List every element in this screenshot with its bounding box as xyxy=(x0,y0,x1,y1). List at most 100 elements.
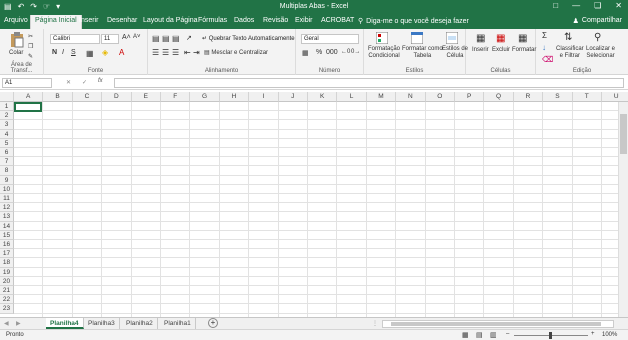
insert-function-icon[interactable]: fx xyxy=(98,78,103,84)
currency-icon[interactable]: ▦ xyxy=(302,49,309,57)
add-sheet-button[interactable]: + xyxy=(208,318,218,328)
row-header-3[interactable]: 3 xyxy=(0,120,14,130)
column-header-o[interactable]: O xyxy=(425,92,455,102)
copy-icon[interactable]: ❐ xyxy=(28,43,33,50)
increase-font-icon[interactable]: A˄ xyxy=(122,34,131,41)
zoom-slider[interactable] xyxy=(514,332,588,339)
format-table-button[interactable]: Formatar como Tabela xyxy=(402,46,443,60)
delete-cells-button[interactable]: Excluir xyxy=(492,47,510,53)
row-header-1[interactable]: 1 xyxy=(0,102,14,112)
column-header-q[interactable]: Q xyxy=(484,92,514,102)
cancel-icon[interactable]: ✕ xyxy=(66,79,71,86)
zoom-level[interactable]: 100% xyxy=(602,332,617,338)
row-header-8[interactable]: 8 xyxy=(0,166,14,176)
row-header-13[interactable]: 13 xyxy=(0,212,14,222)
normal-view-icon[interactable]: ▦ xyxy=(462,331,469,339)
row-header-7[interactable]: 7 xyxy=(0,157,14,167)
merge-center-button[interactable]: ▤ Mesclar e Centralizar xyxy=(204,49,268,56)
tab-pagina-inicial[interactable]: Página Inicial xyxy=(30,15,82,29)
percent-icon[interactable]: % xyxy=(316,49,322,56)
column-header-l[interactable]: L xyxy=(337,92,367,102)
column-header-t[interactable]: T xyxy=(572,92,602,102)
tab-exibir[interactable]: Exibir xyxy=(295,17,313,24)
column-header-d[interactable]: D xyxy=(102,92,132,102)
minimize-button[interactable]: — xyxy=(572,1,580,10)
sheet-tab-planilha2[interactable]: Planilha2 xyxy=(122,318,158,329)
font-color-icon[interactable]: A xyxy=(119,48,124,57)
tab-formulas[interactable]: Fórmulas xyxy=(198,17,227,24)
column-header-h[interactable]: H xyxy=(219,92,250,102)
increase-decimal-icon[interactable]: ←0 xyxy=(341,49,350,55)
conditional-format-button[interactable]: Formatação Condicional xyxy=(368,46,400,60)
align-top-icon[interactable]: ▤ xyxy=(152,34,160,43)
indent-increase-icon[interactable]: ⇥ xyxy=(193,48,200,57)
column-header-j[interactable]: J xyxy=(278,92,308,102)
row-header-5[interactable]: 5 xyxy=(0,138,14,148)
orientation-icon[interactable]: ↗ xyxy=(186,34,192,42)
row-header-15[interactable]: 15 xyxy=(0,230,14,240)
insert-cells-button[interactable]: Inserir xyxy=(472,47,489,53)
row-header-22[interactable]: 22 xyxy=(0,295,14,305)
worksheet-grid[interactable]: ABCDEFGHIJKLMNOPQRSTU 1 2 3 4 5 6 7 8 9 10 11 12 13 1… xyxy=(0,92,628,317)
column-header-g[interactable]: G xyxy=(190,92,220,102)
page-break-view-icon[interactable]: ▥ xyxy=(490,331,497,339)
row-header-9[interactable]: 9 xyxy=(0,175,14,185)
column-header-p[interactable]: P xyxy=(455,92,485,102)
align-right-icon[interactable]: ☰ xyxy=(172,48,179,57)
active-cell[interactable] xyxy=(14,102,42,112)
column-header-r[interactable]: R xyxy=(513,92,544,102)
align-middle-icon[interactable]: ▤ xyxy=(162,34,170,43)
autosum-icon[interactable]: Σ xyxy=(542,31,547,40)
borders-icon[interactable]: ▦ xyxy=(86,49,94,58)
decrease-font-icon[interactable]: A˅ xyxy=(133,34,141,40)
font-name-select[interactable]: Calibri xyxy=(50,34,100,44)
vertical-scrollbar[interactable] xyxy=(618,102,628,317)
sheet-tab-planilha1[interactable]: Planilha1 xyxy=(160,318,196,329)
tab-desenhar[interactable]: Desenhar xyxy=(107,17,137,24)
column-header-i[interactable]: I xyxy=(249,92,279,102)
row-header-17[interactable]: 17 xyxy=(0,249,14,259)
tab-acrobat[interactable]: ACROBAT xyxy=(321,17,354,24)
italic-button[interactable]: I xyxy=(62,49,64,56)
column-header-b[interactable]: B xyxy=(43,92,73,102)
sheet-tab-planilha3[interactable]: Planilha3 xyxy=(84,318,120,329)
column-header-m[interactable]: M xyxy=(366,92,397,102)
zoom-slider-handle[interactable] xyxy=(549,332,552,339)
tell-me-search[interactable]: ⚲ Diga-me o que você deseja fazer xyxy=(358,17,469,26)
font-size-select[interactable]: 11 xyxy=(101,34,119,44)
underline-button[interactable]: S xyxy=(71,49,76,56)
row-header-18[interactable]: 18 xyxy=(0,258,14,268)
row-header-14[interactable]: 14 xyxy=(0,221,14,231)
sort-filter-button[interactable]: Classificar e Filtrar xyxy=(556,46,584,60)
column-header-s[interactable]: S xyxy=(543,92,573,102)
row-header-11[interactable]: 11 xyxy=(0,194,14,204)
tab-dados[interactable]: Dados xyxy=(234,17,254,24)
column-header-e[interactable]: E xyxy=(131,92,161,102)
horizontal-scroll-thumb[interactable] xyxy=(391,322,601,326)
cut-icon[interactable]: ✂ xyxy=(28,33,33,40)
share-button[interactable]: ♟ Compartilhar xyxy=(573,17,622,25)
indent-decrease-icon[interactable]: ⇤ xyxy=(184,48,191,57)
column-header-c[interactable]: C xyxy=(72,92,103,102)
paste-button[interactable]: Colar xyxy=(9,50,23,56)
column-header-a[interactable]: A xyxy=(14,92,44,102)
zoom-in-icon[interactable]: + xyxy=(591,331,595,337)
row-header-4[interactable]: 4 xyxy=(0,129,14,139)
fill-color-icon[interactable]: ◈ xyxy=(102,48,108,57)
scroll-left-icon[interactable]: ◀ xyxy=(4,320,9,327)
tab-inserir[interactable]: Inserir xyxy=(79,17,98,24)
clear-icon[interactable]: ⌫ xyxy=(542,55,553,64)
align-bottom-icon[interactable]: ▤ xyxy=(172,34,180,43)
tab-split-icon[interactable]: ⋮ xyxy=(372,320,378,327)
row-header-16[interactable]: 16 xyxy=(0,240,14,250)
column-header-f[interactable]: F xyxy=(161,92,191,102)
row-header-23[interactable]: 23 xyxy=(0,304,14,314)
find-select-button[interactable]: Localizar e Selecionar xyxy=(586,46,615,60)
align-left-icon[interactable]: ☰ xyxy=(152,48,159,57)
formula-input[interactable] xyxy=(114,78,624,88)
row-header-6[interactable]: 6 xyxy=(0,148,14,158)
paste-icon[interactable] xyxy=(10,32,24,48)
sheet-tab-planilha4[interactable]: Planilha4 xyxy=(46,318,84,329)
close-button[interactable]: ✕ xyxy=(615,1,622,10)
row-header-10[interactable]: 10 xyxy=(0,184,14,194)
